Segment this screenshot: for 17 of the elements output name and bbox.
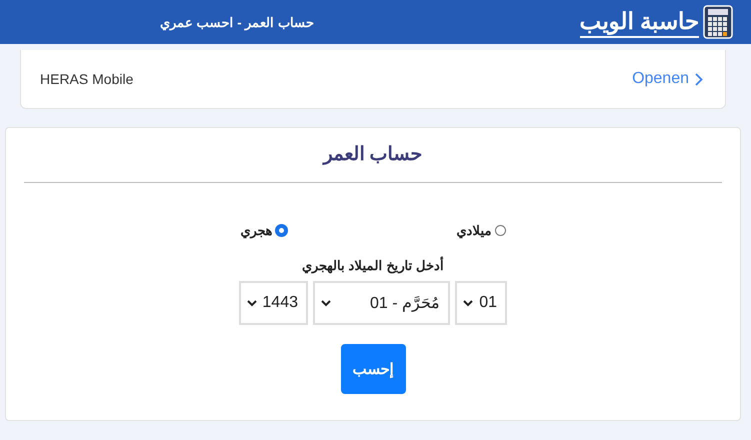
form-title: حساب العمر [323,143,423,167]
calendar-radio[interactable]: ميلادي [456,223,506,238]
advertiser-name: HERAS Mobile [40,71,134,87]
date-prompt: أدخل تاريخ الميلاد بالهجري [302,258,444,273]
chevron-right-icon [695,72,703,86]
calculator-icon [703,5,733,39]
open-link[interactable]: Openen [632,70,703,88]
calendar-radio[interactable]: هجري [240,223,286,238]
calculate-button[interactable]: إحسب [340,344,406,394]
page-title: حساب العمر - احسب عمري [160,14,314,30]
date-select[interactable]: 01 - مُحَرَّم [313,281,450,325]
chevron-down-icon [463,300,473,306]
chevron-down-icon [247,300,257,306]
chevron-down-icon [321,300,331,306]
site-logo[interactable]: حاسبة الويب [580,6,699,38]
date-select[interactable]: 01 [455,281,507,325]
date-select[interactable]: 1443 [239,281,308,325]
